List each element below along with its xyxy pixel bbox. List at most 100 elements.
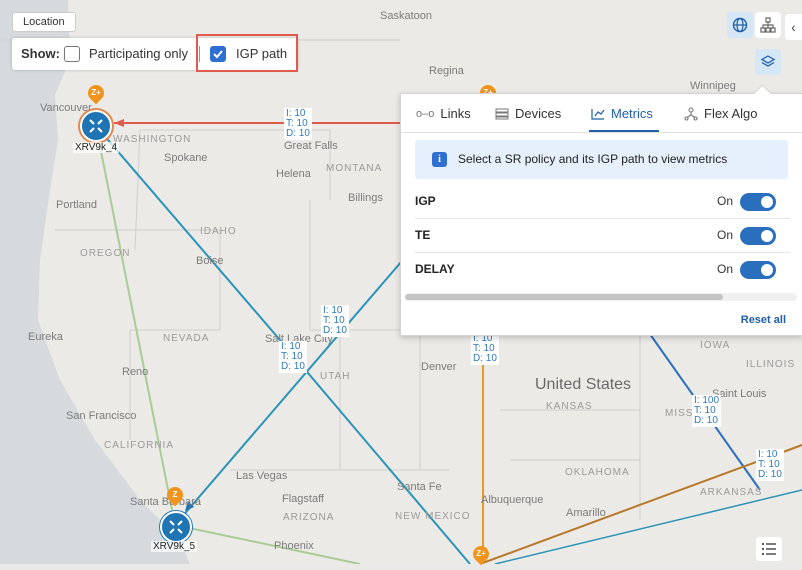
metric-row-delay: DELAY On: [415, 253, 790, 286]
participating-only-label[interactable]: Participating only: [89, 46, 188, 61]
active-tab-indicator: [589, 130, 659, 132]
info-banner: i Select a SR policy and its IGP path to…: [415, 140, 788, 179]
igp-toggle[interactable]: [740, 193, 776, 211]
router-node-xrv9k-5[interactable]: [160, 511, 192, 543]
layers-panel: o–o Links Devices Metrics Flex Algo i Se…: [400, 84, 802, 336]
node-pin-marker[interactable]: Z: [163, 483, 187, 507]
link-metric-label[interactable]: I: 10 T: 10 D: 10: [756, 449, 784, 481]
te-toggle[interactable]: [740, 227, 776, 245]
collapse-panel-button[interactable]: ‹: [785, 14, 802, 40]
state-label: WASHINGTON: [113, 134, 192, 145]
list-view-button[interactable]: [756, 537, 782, 561]
state-label: UTAH: [320, 371, 351, 382]
layers-icon: [760, 55, 776, 67]
participating-only-checkbox[interactable]: [64, 46, 80, 62]
globe-view-button[interactable]: [727, 12, 753, 38]
router-icon: [89, 119, 103, 133]
tab-label: Devices: [515, 106, 562, 121]
delay-metric: D: 10: [473, 353, 497, 364]
city-label: Winnipeg: [690, 80, 736, 92]
state-label: IDAHO: [200, 226, 237, 237]
city-label: Santa Barbara: [130, 496, 201, 508]
state-label: IOWA: [700, 340, 731, 351]
link-metric-label[interactable]: I: 10 T: 10 D: 10: [471, 333, 499, 365]
tab-label: Metrics: [611, 106, 653, 121]
list-icon: [761, 542, 776, 556]
city-label: Flagstaff: [282, 493, 324, 505]
tab-label: Links: [440, 106, 471, 121]
globe-icon: [732, 17, 748, 33]
location-button[interactable]: Location: [12, 12, 76, 32]
layers-button[interactable]: [755, 49, 781, 75]
city-label: Portland: [56, 199, 97, 211]
topology-icon: [760, 17, 776, 33]
tab-links[interactable]: o–o Links: [416, 106, 471, 121]
city-label: Great Falls: [284, 140, 338, 152]
city-label: Boise: [196, 255, 224, 267]
link-metric-label[interactable]: I: 10 T: 10 D: 10: [284, 108, 312, 140]
city-label: Denver: [421, 361, 457, 373]
city-label: Las Vegas: [236, 470, 288, 482]
link-metric-label[interactable]: I: 10 T: 10 D: 10: [279, 341, 307, 373]
node-pin-marker[interactable]: Z+: [84, 81, 108, 105]
city-label: San Francisco: [66, 410, 137, 422]
metric-row-igp: IGP On: [415, 185, 790, 219]
city-label: Vancouver: [40, 102, 92, 114]
node-pin-marker[interactable]: Z+: [469, 542, 493, 566]
metric-row-te: TE On: [415, 219, 790, 253]
state-label: NEW MEXICO: [395, 511, 471, 522]
tab-devices[interactable]: Devices: [495, 106, 561, 121]
chevron-left-icon: ‹: [791, 19, 796, 35]
delay-metric: D: 10: [281, 361, 305, 372]
router-icon: [169, 520, 183, 534]
metric-name: IGP: [415, 194, 436, 208]
city-label: Billings: [348, 192, 383, 204]
node-label: XRV9k_4: [73, 142, 120, 153]
igp-path-highlight: [196, 34, 298, 72]
city-label: Saskatoon: [380, 10, 432, 22]
link-metric-label[interactable]: I: 10 T: 10 D: 10: [321, 305, 349, 337]
metric-name: TE: [415, 228, 431, 242]
state-label: NEVADA: [163, 333, 210, 344]
state-label: ARIZONA: [283, 512, 335, 523]
panel-tabs: o–o Links Devices Metrics Flex Algo: [401, 94, 802, 133]
city-label: Reno: [122, 366, 149, 378]
state-label: OREGON: [80, 248, 131, 259]
state-label: MONTANA: [326, 163, 383, 174]
country-label: United States: [535, 376, 632, 393]
tab-metrics[interactable]: Metrics: [591, 106, 653, 121]
state-label: CALIFORNIA: [104, 440, 175, 451]
topology-view-button[interactable]: [755, 12, 781, 38]
tab-label: Flex Algo: [704, 106, 758, 121]
metric-name: DELAY: [415, 262, 455, 276]
city-label: Santa Fe: [397, 481, 442, 493]
metric-state: On: [717, 262, 734, 276]
city-label: Albuquerque: [481, 494, 544, 506]
link-icon: o–o: [416, 107, 435, 120]
city-label: Spokane: [164, 152, 208, 164]
reset-all-button[interactable]: Reset all: [741, 314, 786, 326]
city-label: Helena: [276, 168, 311, 180]
delay-metric: D: 10: [694, 415, 718, 426]
tab-flex-algo[interactable]: Flex Algo: [684, 106, 757, 121]
state-label: ILLINOIS: [746, 359, 796, 370]
flex-algo-icon: [684, 106, 698, 121]
metrics-icon: [591, 108, 605, 120]
scrollbar-thumb[interactable]: [405, 294, 723, 300]
router-node-xrv9k-4[interactable]: [80, 110, 112, 142]
metric-state: On: [717, 228, 734, 242]
city-label: Eureka: [28, 331, 63, 343]
state-label: ARKANSAS: [700, 487, 763, 498]
info-icon: i: [432, 152, 447, 167]
horizontal-scrollbar[interactable]: [405, 293, 797, 301]
delay-metric: D: 10: [323, 325, 347, 336]
city-label: Phoenix: [274, 540, 314, 552]
link-metric-label[interactable]: I: 100 T: 10 D: 10: [692, 395, 722, 427]
info-message: Select a SR policy and its IGP path to v…: [458, 152, 728, 166]
delay-metric: D: 10: [758, 469, 782, 480]
city-label: Amarillo: [566, 507, 606, 519]
state-label: KANSAS: [546, 401, 593, 412]
delay-toggle[interactable]: [740, 261, 776, 279]
devices-icon: [495, 108, 509, 119]
show-label: Show:: [21, 46, 60, 61]
